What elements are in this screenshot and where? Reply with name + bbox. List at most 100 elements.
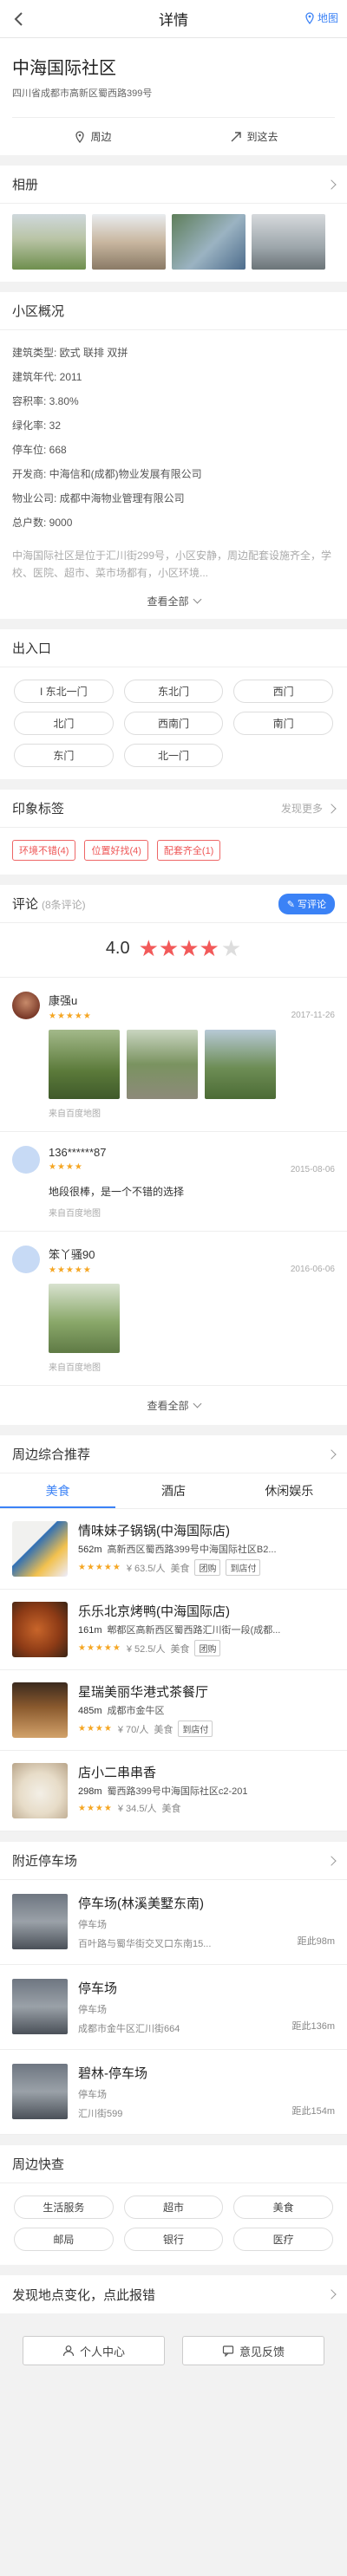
parking-header[interactable]: 附近停车场 (0, 1842, 347, 1880)
review-photo[interactable] (127, 1030, 198, 1099)
back-arrow-icon[interactable] (9, 9, 29, 29)
report-error-link[interactable]: 发现地点变化，点此报错 (0, 2275, 347, 2313)
business-item[interactable]: 乐乐北京烤鸭(中海国际店) 161m 郫都区高新西区蜀西路汇川街一段(成都... … (0, 1590, 347, 1670)
parking-distance: 距此98m (297, 1936, 335, 1947)
review-date: 2015-08-06 (290, 1165, 335, 1174)
album-header[interactable]: 相册 (0, 166, 347, 204)
route-arrow-icon (231, 131, 242, 141)
avatar[interactable] (12, 1146, 40, 1174)
business-item[interactable]: 星瑞美丽华港式茶餐厅 485m 成都市金牛区 ★★★★ ¥ 70/人 美食 到店付 (0, 1670, 347, 1751)
recommend-section: 周边综合推荐 美食 酒店 休闲娱乐 情味妹子锅锅(中海国际店) 562m 高新西区… (0, 1435, 347, 1831)
quick-section: 周边快查 生活服务 超市 美食 邮局 银行 医疗 (0, 2145, 347, 2265)
business-price: ¥ 34.5/人 (117, 1804, 157, 1814)
user-center-label: 个人中心 (79, 2345, 125, 2358)
gate-item[interactable]: 东北门 (123, 680, 224, 703)
overview-more-button[interactable]: 查看全部 (0, 585, 347, 619)
parking-name: 停车场(林溪美墅东南) (78, 1896, 204, 1911)
album-photo[interactable] (12, 214, 86, 270)
parking-address: 百叶路与蜀华街交叉口东南15... (78, 1939, 212, 1949)
business-address: 高新西区蜀西路399号中海国际社区B2... (107, 1545, 277, 1555)
quick-item[interactable]: 超市 (123, 2195, 224, 2219)
review-item: 笨丫骚90 ★★★★★ 2016-06-06 来自百度地图 (0, 1232, 347, 1386)
chevron-right-icon (326, 1448, 337, 1460)
recommend-header[interactable]: 周边综合推荐 (0, 1435, 347, 1473)
quick-item[interactable]: 美食 (233, 2195, 333, 2219)
payatstore-badge: 到店付 (178, 1721, 213, 1737)
business-item[interactable]: 情味妹子锅锅(中海国际店) 562m 高新西区蜀西路399号中海国际社区B2...… (0, 1509, 347, 1590)
parking-title: 附近停车场 (12, 1854, 78, 1869)
map-button[interactable]: 地图 (304, 10, 338, 25)
review-source: 来自百度地图 (49, 1109, 101, 1119)
parking-item[interactable]: 停车场(林溪美墅东南) 停车场 百叶路与蜀华街交叉口东南15... 距此98m (0, 1880, 347, 1965)
review-text: 地段很棒，是一个不错的选择 (49, 1186, 185, 1198)
parking-item[interactable]: 碧林-停车场 停车场 汇川街599 距此154m (0, 2050, 347, 2135)
nearby-button[interactable]: 周边 (12, 129, 174, 144)
business-name: 星瑞美丽华港式茶餐厅 (78, 1685, 209, 1700)
reviewer-name: 笨丫骚90 (49, 1248, 95, 1261)
gate-item[interactable]: 西门 (233, 680, 333, 703)
reviews-header: 评论 (8条评论) ✎ 写评论 (0, 885, 347, 923)
goto-button[interactable]: 到这去 (174, 129, 335, 144)
gate-item[interactable]: 西南门 (123, 712, 224, 735)
page-title: 详情 (159, 12, 188, 29)
write-icon: ✎ (286, 899, 298, 910)
impress-tag[interactable]: 环境不错(4) (12, 840, 76, 861)
quick-title: 周边快查 (12, 2157, 65, 2172)
feedback-button[interactable]: 意见反馈 (182, 2336, 324, 2365)
review-photo[interactable] (49, 1030, 120, 1099)
album-photo[interactable] (252, 214, 325, 270)
tab-food[interactable]: 美食 (0, 1473, 116, 1508)
album-photo[interactable] (172, 214, 246, 270)
parking-name: 停车场 (78, 1981, 118, 1996)
gate-item[interactable]: I 东北一门 (14, 680, 114, 703)
business-price: ¥ 52.5/人 (126, 1643, 166, 1655)
location-icon (75, 130, 85, 143)
review-source: 来自百度地图 (49, 1363, 101, 1373)
overview-item: 建筑类型: 欧式 联排 双拼 (12, 347, 128, 359)
quick-item[interactable]: 邮局 (14, 2228, 114, 2251)
reviews-title: 评论 (12, 897, 39, 912)
impress-section: 印象标签 发现更多 环境不错(4) 位置好找(4) 配套齐全(1) (0, 790, 347, 875)
reviews-more-button[interactable]: 查看全部 (0, 1386, 347, 1425)
review-photo[interactable] (49, 1284, 120, 1353)
parking-photo (12, 2064, 68, 2119)
gate-item[interactable]: 南门 (233, 712, 333, 735)
quick-item[interactable]: 银行 (123, 2228, 224, 2251)
feedback-icon (222, 2345, 234, 2357)
chevron-right-icon (326, 1855, 337, 1866)
album-photo[interactable] (92, 214, 166, 270)
quick-item[interactable]: 医疗 (233, 2228, 333, 2251)
impress-tag[interactable]: 位置好找(4) (84, 840, 148, 861)
business-stars: ★★★★★ (78, 1563, 121, 1572)
rating-star-empty: ★ (220, 935, 242, 961)
impress-header[interactable]: 印象标签 发现更多 (0, 790, 347, 828)
tab-leisure[interactable]: 休闲娱乐 (232, 1473, 347, 1508)
parking-name: 碧林-停车场 (78, 2066, 147, 2081)
avatar[interactable] (12, 1246, 40, 1273)
user-center-button[interactable]: 个人中心 (23, 2336, 165, 2365)
overview-item: 物业公司: 成都中海物业管理有限公司 (12, 492, 185, 504)
quick-header: 周边快查 (0, 2145, 347, 2183)
chevron-right-icon (326, 179, 337, 190)
gate-item[interactable]: 北一门 (123, 744, 224, 767)
impress-more-label: 发现更多 (280, 803, 323, 815)
business-stars: ★★★★★ (78, 1643, 121, 1653)
quick-item[interactable]: 生活服务 (14, 2195, 114, 2219)
write-review-button[interactable]: ✎ 写评论 (278, 893, 335, 914)
parking-distance: 距此136m (291, 2021, 335, 2032)
business-item[interactable]: 店小二串串香 298m 蜀西路399号中海国际社区c2-201 ★★★★ ¥ 34.… (0, 1751, 347, 1831)
impress-tag[interactable]: 配套齐全(1) (156, 840, 221, 861)
review-photo[interactable] (205, 1030, 276, 1099)
avatar[interactable] (12, 992, 40, 1019)
tab-hotel[interactable]: 酒店 (115, 1473, 231, 1508)
rating-stars: ★★★★ (138, 935, 219, 961)
business-distance: 161m (78, 1625, 102, 1636)
footer: 个人中心 意见反馈 (0, 2324, 347, 2391)
map-pin-icon (305, 11, 314, 24)
gate-item[interactable]: 北门 (14, 712, 114, 735)
overview-item: 开发商: 中海信和(成都)物业发展有限公司 (12, 468, 202, 480)
rating-summary: 4.0 ★★★★ ★ (0, 923, 347, 978)
parking-item[interactable]: 停车场 停车场 成都市金牛区汇川街664 距此136m (0, 1965, 347, 2050)
review-item: 康强u ★★★★★ 2017-11-26 来自百度地图 (0, 978, 347, 1132)
gate-item[interactable]: 东门 (14, 744, 114, 767)
